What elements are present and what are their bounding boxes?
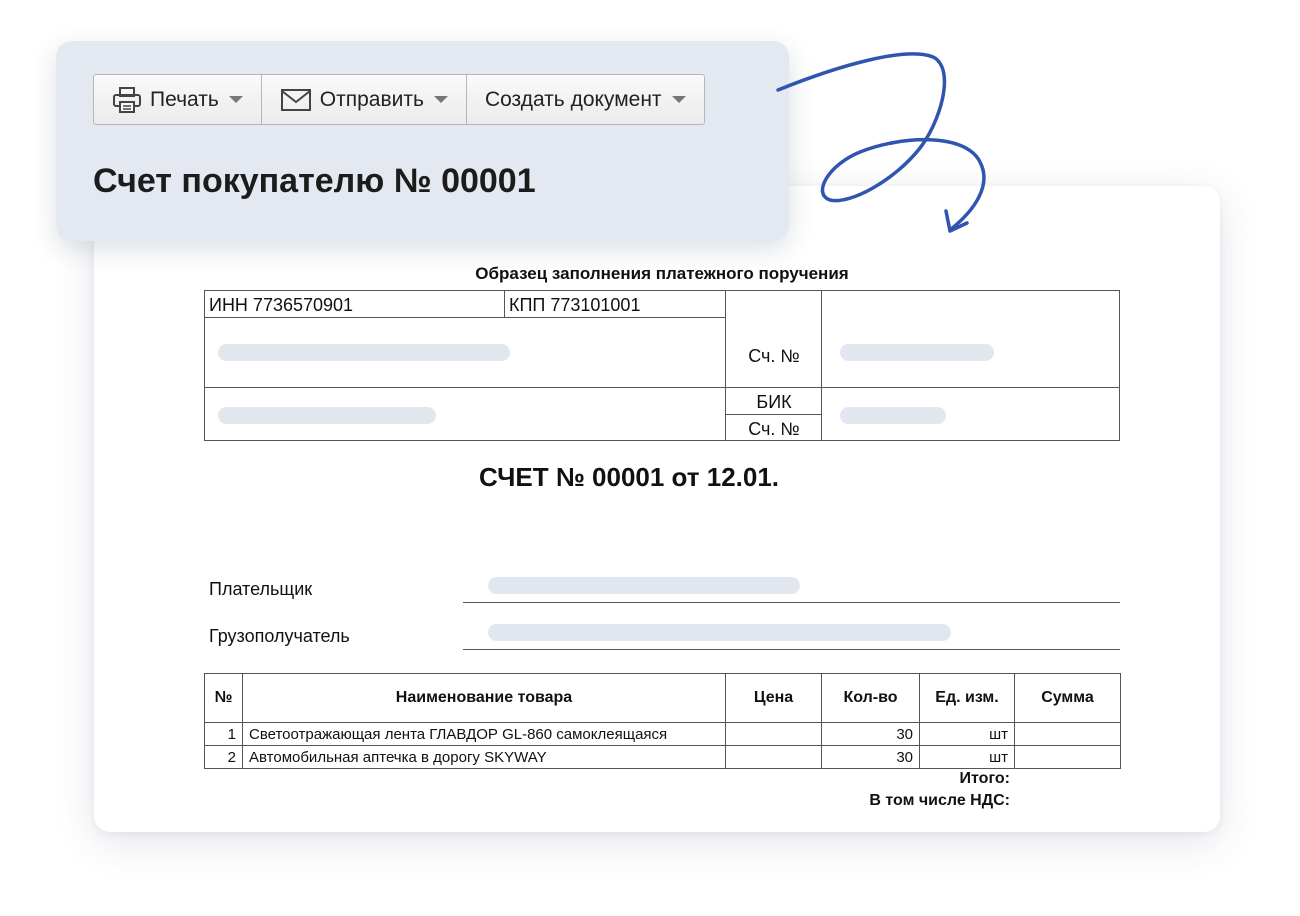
col-price-header: Цена [725,673,822,723]
row-unit: шт [919,745,1015,769]
consignee-underline [463,649,1120,650]
chevron-down-icon [433,96,448,103]
create-document-button[interactable]: Создать документ [466,74,705,125]
bik-label: БИК [756,392,792,412]
bank-name-placeholder [218,407,436,424]
col-name-header: Наименование товара [242,673,726,723]
send-button[interactable]: Отправить [261,74,467,125]
envelope-icon [280,88,312,112]
row-price [725,745,822,769]
chevron-down-icon [228,96,243,103]
row-qty: 30 [821,722,920,746]
payer-value-placeholder [488,577,800,594]
kpp-value: КПП 773101001 [509,295,641,315]
toolbar-panel: Печать Отправить Создать документ Счет п… [56,41,789,241]
goods-table-header: № Наименование товара Цена Кол-во Ед. из… [204,673,1121,723]
bik-value-placeholder [840,407,946,424]
payment-sample-title: Образец заполнения платежного поручения [475,264,849,283]
vat-label: В том числе НДС: [869,792,1010,809]
print-button-label: Печать [150,87,219,111]
payer-label: Плательщик [209,579,313,599]
row-number: 1 [204,722,243,746]
col-qty-header: Кол-во [821,673,920,723]
create-document-button-label: Создать документ [484,87,662,111]
invoice-heading: СЧЕТ № 00001 от 12.01. [478,462,780,492]
recipient-name-placeholder [218,344,510,361]
row-qty: 30 [821,745,920,769]
row-product-name: Светоотражающая лента ГЛАВДОР GL-860 сам… [242,722,726,746]
send-button-label: Отправить [319,87,424,111]
account-number-placeholder [840,344,994,361]
payer-underline [463,602,1120,603]
row-unit: шт [919,722,1015,746]
chevron-down-icon [671,96,686,103]
row-sum [1014,722,1121,746]
row-number: 2 [204,745,243,769]
total-label: Итого: [959,770,1010,787]
page-title: Счет покупателю № 00001 [93,162,536,200]
print-button[interactable]: Печать [93,74,262,125]
correspondent-account-label: Сч. № [748,419,800,439]
toolbar: Печать Отправить Создать документ [93,74,705,125]
goods-table: № Наименование товара Цена Кол-во Ед. из… [204,673,1121,769]
printer-icon [112,86,142,114]
consignee-value-placeholder [488,624,951,641]
col-unit-header: Ед. изм. [919,673,1015,723]
row-price [725,722,822,746]
table-row: 1 Светоотражающая лента ГЛАВДОР GL-860 с… [204,722,1121,746]
col-sum-header: Сумма [1014,673,1121,723]
row-sum [1014,745,1121,769]
col-number-header: № [204,673,243,723]
account-label: Сч. № [748,346,800,366]
inn-value: ИНН 7736570901 [209,295,354,315]
row-product-name: Автомобильная аптечка в дорогу SKYWAY [242,745,726,769]
table-row: 2 Автомобильная аптечка в дорогу SKYWAY … [204,745,1121,769]
consignee-label: Грузополучатель [209,626,350,646]
